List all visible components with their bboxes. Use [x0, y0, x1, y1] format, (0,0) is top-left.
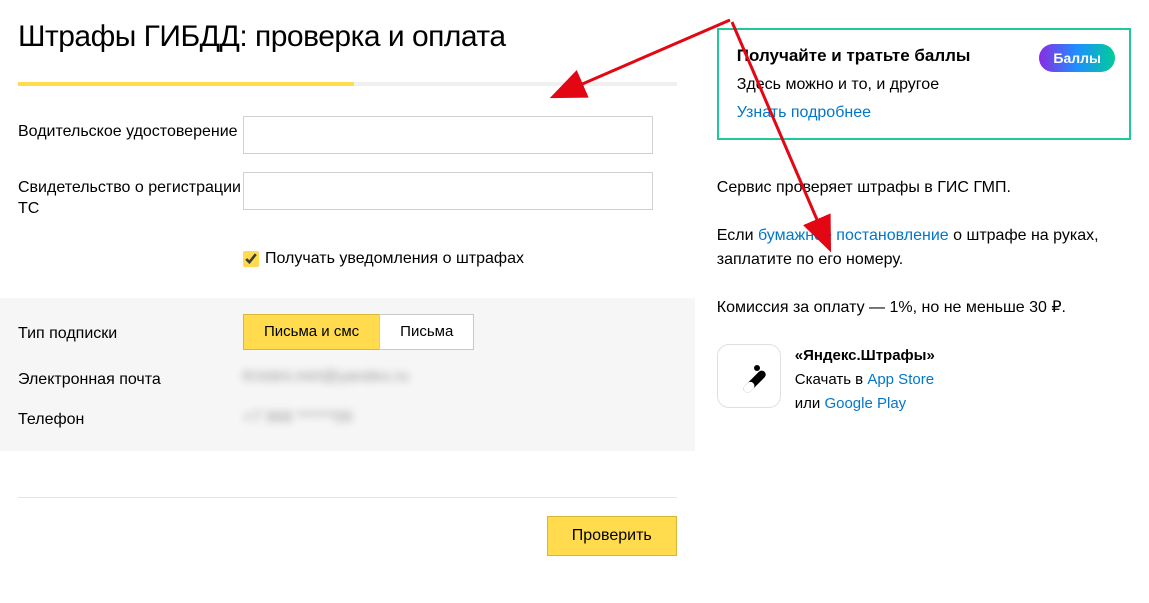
driver-license-label: Водительское удостоверение	[18, 116, 243, 143]
info-line2-pre: Если	[717, 227, 758, 244]
subscription-segment: Письма и смс Письма	[243, 314, 474, 350]
paper-resolution-link[interactable]: бумажное постановление	[758, 227, 949, 244]
phone-label: Телефон	[18, 404, 243, 431]
info-line-3: Комиссия за оплату — 1%, но не меньше 30…	[717, 296, 1131, 320]
googleplay-link[interactable]: Google Play	[824, 395, 906, 412]
appstore-link[interactable]: App Store	[867, 371, 934, 388]
page-title: Штрафы ГИБДД: проверка и оплата	[18, 20, 677, 54]
app-or: или	[795, 395, 825, 412]
info-line-1: Сервис проверяет штрафы в ГИС ГМП.	[717, 176, 1131, 200]
app-download-pre: Скачать в	[795, 371, 868, 388]
divider	[18, 497, 677, 498]
promo-box: Получайте и тратьте баллы Баллы Здесь мо…	[717, 28, 1131, 140]
promo-badge[interactable]: Баллы	[1039, 44, 1115, 72]
email-value: Kristini.mirt@yandex.ru	[243, 368, 409, 386]
registration-input[interactable]	[243, 172, 653, 210]
submit-button[interactable]: Проверить	[547, 516, 677, 556]
notify-checkbox[interactable]	[243, 251, 259, 267]
promo-more-link[interactable]: Узнать подробнее	[737, 104, 1111, 122]
driver-license-input[interactable]	[243, 116, 653, 154]
phone-value: +7 968 ******09	[243, 409, 352, 427]
pen-icon	[729, 356, 769, 396]
notify-checkbox-label: Получать уведомления о штрафах	[265, 250, 524, 268]
subscription-type-label: Тип подписки	[18, 318, 243, 345]
app-title: «Яндекс.Штрафы»	[795, 344, 935, 368]
seg-letters[interactable]: Письма	[379, 314, 474, 350]
email-label: Электронная почта	[18, 364, 243, 391]
promo-subtitle: Здесь можно и то, и другое	[737, 76, 1111, 94]
seg-letters-sms[interactable]: Письма и смс	[243, 314, 379, 350]
app-icon	[717, 344, 781, 408]
progress-bar	[18, 82, 677, 86]
registration-label: Свидетельство о регистрации ТС	[18, 172, 243, 220]
